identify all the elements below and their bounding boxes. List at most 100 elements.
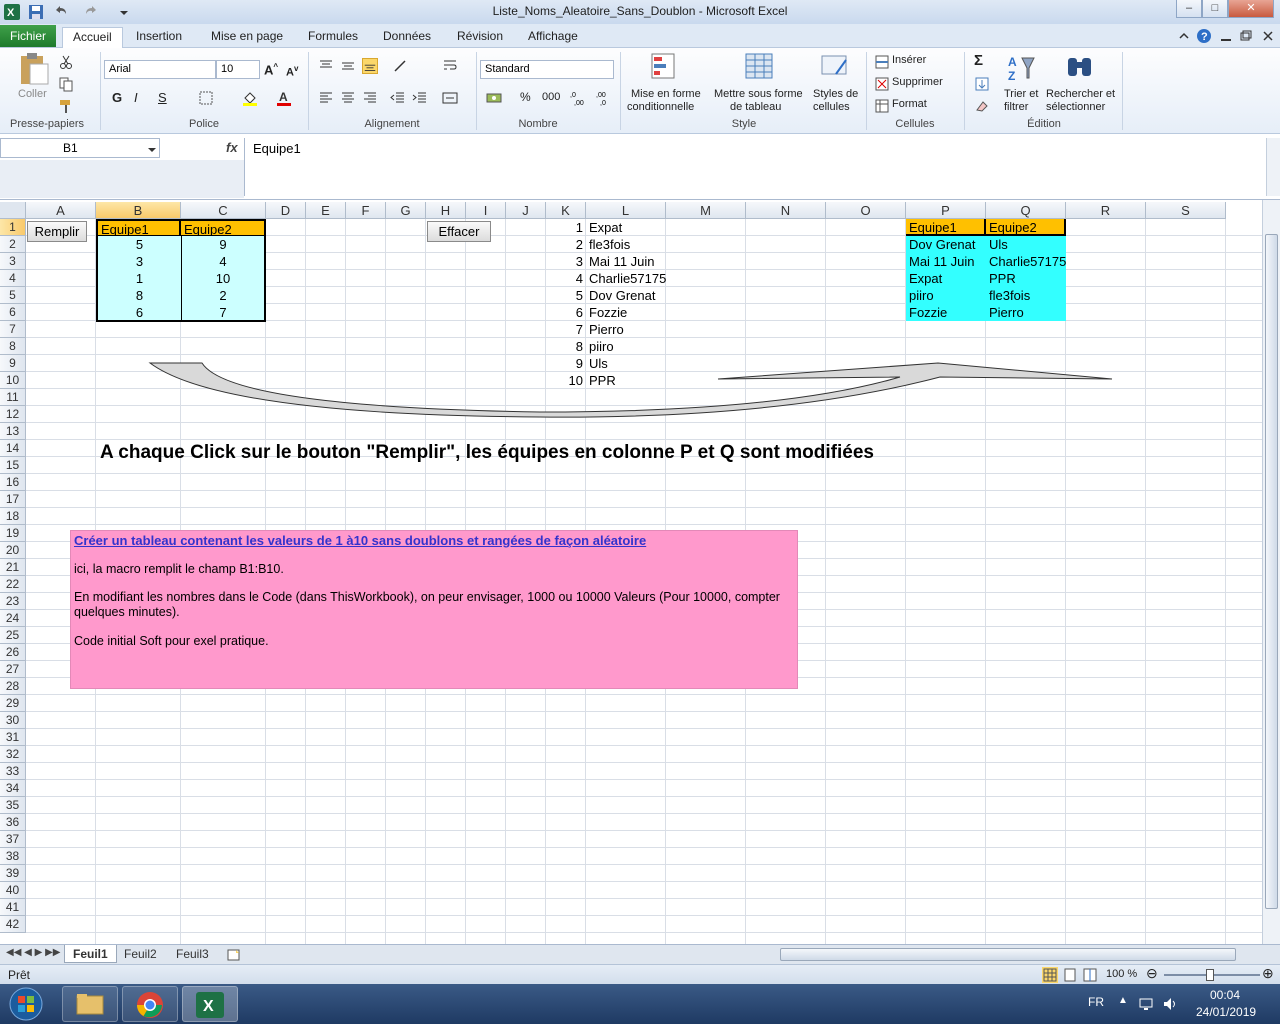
row-header-24[interactable]: 24 (0, 610, 26, 627)
row-header-35[interactable]: 35 (0, 797, 26, 814)
zoom-slider-handle[interactable] (1206, 969, 1214, 981)
vertical-scrollbar[interactable] (1262, 200, 1280, 944)
bold-button[interactable]: G (112, 90, 122, 105)
row-header-17[interactable]: 17 (0, 491, 26, 508)
sort-filter-label-1[interactable]: Trier et (1004, 88, 1038, 100)
column-header-r[interactable]: R (1066, 202, 1146, 219)
conditional-formatting-icon[interactable] (650, 52, 682, 82)
horizontal-scroll-thumb[interactable] (780, 948, 1236, 961)
row-header-2[interactable]: 2 (0, 236, 26, 253)
column-header-e[interactable]: E (306, 202, 346, 219)
cell-p1[interactable]: Equipe1 (906, 219, 986, 236)
cut-icon[interactable] (58, 54, 74, 70)
decrease-indent-icon[interactable] (390, 90, 406, 106)
row-header-14[interactable]: 14 (0, 440, 26, 457)
copy-icon[interactable] (58, 76, 74, 92)
cell-p6[interactable]: Fozzie (906, 304, 986, 321)
row-header-7[interactable]: 7 (0, 321, 26, 338)
sort-filter-icon[interactable]: AZ (1006, 52, 1038, 84)
help-icon[interactable]: ? (1196, 28, 1212, 44)
format-as-table-label-1[interactable]: Mettre sous forme (714, 88, 803, 100)
cell-p3[interactable]: Mai 11 Juin (906, 253, 986, 270)
row-header-25[interactable]: 25 (0, 627, 26, 644)
row-header-39[interactable]: 39 (0, 865, 26, 882)
row-header-22[interactable]: 22 (0, 576, 26, 593)
tab-formules[interactable]: Formules (308, 27, 358, 48)
select-all-corner[interactable] (0, 202, 26, 219)
autosum-icon[interactable]: Σ (974, 52, 983, 69)
column-header-q[interactable]: Q (986, 202, 1066, 219)
normal-view-icon[interactable] (1042, 967, 1058, 983)
minimize-button[interactable]: – (1176, 0, 1202, 18)
cell-b2[interactable]: 5 (96, 236, 181, 253)
note-title-link[interactable]: Créer un tableau contenant les valeurs d… (74, 533, 794, 548)
cell-l4[interactable]: Charlie57175 (586, 270, 686, 287)
workbook-restore-icon[interactable] (1238, 28, 1254, 44)
cell-k7[interactable]: 7 (546, 321, 586, 338)
cell-l7[interactable]: Pierro (586, 321, 686, 338)
format-cells-icon[interactable] (874, 98, 890, 114)
cell-k1[interactable]: 1 (546, 219, 586, 236)
increase-decimal-icon[interactable]: ,0,00 (570, 90, 586, 106)
column-header-g[interactable]: G (386, 202, 426, 219)
column-header-d[interactable]: D (266, 202, 306, 219)
tab-affichage[interactable]: Affichage (528, 27, 578, 48)
cell-styles-label-1[interactable]: Styles de (813, 88, 858, 100)
format-painter-icon[interactable] (58, 98, 74, 114)
format-cells-label[interactable]: Format (892, 98, 927, 110)
font-name-select[interactable]: Arial (104, 60, 216, 79)
tab-revision[interactable]: Révision (457, 27, 503, 48)
taskbar-explorer[interactable] (62, 986, 118, 1022)
cell-styles-icon[interactable] (820, 52, 852, 82)
row-header-10[interactable]: 10 (0, 372, 26, 389)
align-middle-icon[interactable] (340, 58, 356, 74)
row-header-1[interactable]: 1 (0, 219, 26, 236)
column-header-m[interactable]: M (666, 202, 746, 219)
language-indicator[interactable]: FR (1088, 995, 1104, 1009)
minimize-ribbon-icon[interactable] (1176, 28, 1192, 44)
find-select-icon[interactable] (1064, 52, 1096, 84)
row-header-5[interactable]: 5 (0, 287, 26, 304)
file-tab[interactable]: Fichier (0, 25, 56, 47)
row-header-33[interactable]: 33 (0, 763, 26, 780)
cell-q5[interactable]: fle3fois (986, 287, 1066, 304)
column-header-s[interactable]: S (1146, 202, 1226, 219)
borders-icon[interactable] (198, 90, 214, 106)
row-header-32[interactable]: 32 (0, 746, 26, 763)
row-header-16[interactable]: 16 (0, 474, 26, 491)
wrap-text-icon[interactable] (442, 58, 458, 74)
cell-k6[interactable]: 6 (546, 304, 586, 321)
maximize-button[interactable]: □ (1202, 0, 1228, 18)
percent-button[interactable]: % (520, 90, 531, 104)
name-box-dropdown-icon[interactable] (144, 142, 160, 158)
remplir-button[interactable]: Remplir (27, 221, 87, 242)
row-header-15[interactable]: 15 (0, 457, 26, 474)
align-left-icon[interactable] (318, 90, 334, 106)
row-header-12[interactable]: 12 (0, 406, 26, 423)
insert-cells-icon[interactable] (874, 54, 890, 70)
cell-k2[interactable]: 2 (546, 236, 586, 253)
insert-cells-label[interactable]: Insérer (892, 54, 926, 66)
grow-font-button[interactable]: A^ (264, 62, 278, 77)
column-header-i[interactable]: I (466, 202, 506, 219)
thousands-button[interactable]: 000 (542, 91, 560, 103)
worksheet-grid[interactable]: ABCDEFGHIJKLMNOPQRS 1 2 3 4 5 6 7 8 9 10 11 12 13 14 1… (0, 202, 1262, 944)
tray-expand-icon[interactable]: ▲ (1118, 995, 1128, 1006)
curved-arrow-shape[interactable] (140, 357, 1120, 422)
cell-styles-label-2[interactable]: cellules (813, 101, 850, 113)
cell-l6[interactable]: Fozzie (586, 304, 686, 321)
font-size-select[interactable]: 10 (216, 60, 260, 79)
clock-time[interactable]: 00:04 (1210, 988, 1240, 1002)
row-header-38[interactable]: 38 (0, 848, 26, 865)
row-header-28[interactable]: 28 (0, 678, 26, 695)
cell-q4[interactable]: PPR (986, 270, 1066, 287)
sheet-nav-icon[interactable]: ◀◀ ◀ ▶ ▶▶ (6, 947, 60, 958)
row-header-19[interactable]: 19 (0, 525, 26, 542)
row-header-13[interactable]: 13 (0, 423, 26, 440)
accounting-format-icon[interactable] (486, 90, 502, 106)
clock-date[interactable]: 24/01/2019 (1196, 1005, 1256, 1019)
delete-cells-icon[interactable] (874, 76, 890, 92)
row-header-31[interactable]: 31 (0, 729, 26, 746)
cell-b3[interactable]: 3 (96, 253, 181, 270)
zoom-in-button[interactable]: ⊕ (1262, 965, 1274, 982)
